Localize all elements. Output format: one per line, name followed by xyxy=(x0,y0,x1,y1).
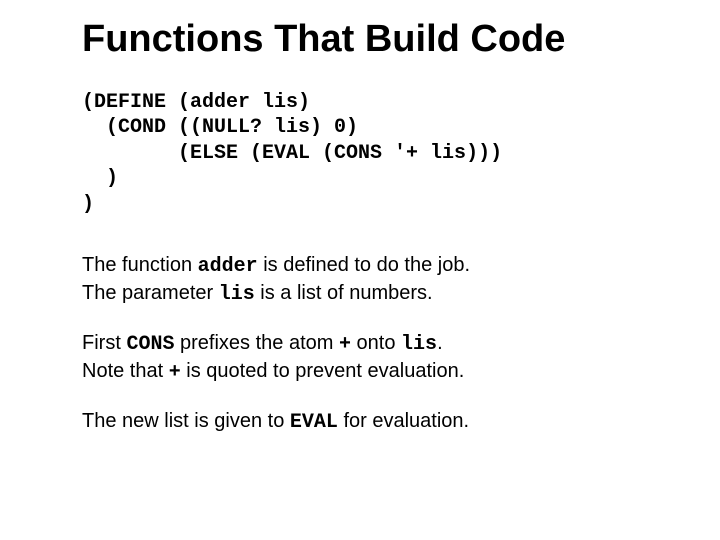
code-line: ) xyxy=(82,193,94,216)
text: The function xyxy=(82,254,198,276)
inline-code: EVAL xyxy=(290,411,338,434)
inline-code: CONS xyxy=(126,333,174,356)
inline-code: adder xyxy=(198,255,258,278)
inline-code: lis xyxy=(219,283,255,306)
paragraph-2: First CONS prefixes the atom + onto lis.… xyxy=(82,330,652,386)
text: . xyxy=(437,332,443,354)
page-title: Functions That Build Code xyxy=(82,18,652,62)
paragraph-1: The function adder is defined to do the … xyxy=(82,252,652,308)
code-block: (DEFINE (adder lis) (COND ((NULL? lis) 0… xyxy=(82,90,652,218)
text: for evaluation. xyxy=(338,410,469,432)
text: is a list of numbers. xyxy=(255,282,433,304)
code-line: (ELSE (EVAL (CONS '+ lis))) xyxy=(82,142,502,165)
text: First xyxy=(82,332,126,354)
code-line: (DEFINE (adder lis) xyxy=(82,91,310,114)
text: Note that xyxy=(82,360,169,382)
text: is quoted to prevent evaluation. xyxy=(181,360,465,382)
text: The new list is given to xyxy=(82,410,290,432)
inline-code: + xyxy=(169,361,181,384)
text: prefixes the atom xyxy=(174,332,339,354)
code-line: ) xyxy=(82,167,118,190)
code-line: (COND ((NULL? lis) 0) xyxy=(82,116,358,139)
paragraph-3: The new list is given to EVAL for evalua… xyxy=(82,408,652,436)
text: The parameter xyxy=(82,282,219,304)
text: onto xyxy=(351,332,401,354)
inline-code: lis xyxy=(401,333,437,356)
text: is defined to do the job. xyxy=(258,254,470,276)
inline-code: + xyxy=(339,333,351,356)
